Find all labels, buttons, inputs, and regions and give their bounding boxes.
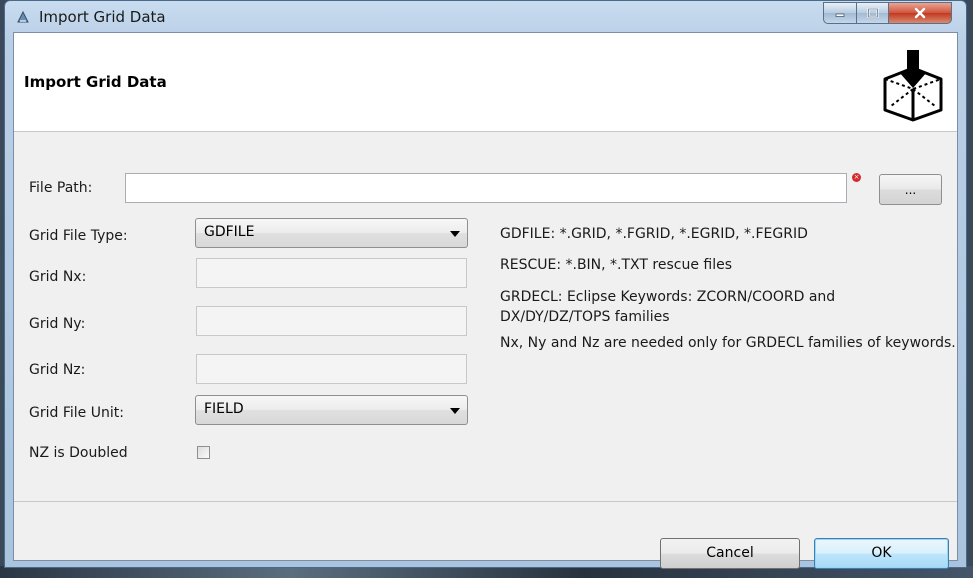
cancel-button[interactable]: Cancel: [660, 538, 800, 569]
info-nxnynz-note: Nx, Ny and Nz are needed only for GRDECL…: [500, 335, 956, 351]
info-gdfile: GDFILE: *.GRID, *.FGRID, *.EGRID, *.FEGR…: [500, 226, 808, 242]
app-icon: [17, 10, 29, 23]
info-grdecl: GRDECL: Eclipse Keywords: ZCORN/COORD an…: [500, 289, 836, 325]
nz-doubled-label: NZ is Doubled: [29, 445, 128, 461]
grid-file-type-label: Grid File Type:: [29, 228, 128, 244]
grid-nx-label: Grid Nx:: [29, 269, 87, 285]
import-grid-icon: [883, 50, 943, 122]
minimize-icon: [835, 13, 845, 17]
window-title: Import Grid Data: [39, 8, 166, 26]
grid-file-type-value: GDFILE: [204, 224, 255, 240]
grid-nx-input[interactable]: [196, 258, 467, 288]
grid-file-unit-select[interactable]: FIELD: [195, 395, 468, 425]
ok-button[interactable]: OK: [814, 538, 949, 569]
chevron-down-icon: [450, 408, 460, 414]
dialog-window: Import Grid Data Import Grid Data File P…: [4, 0, 967, 569]
file-path-input[interactable]: [125, 173, 847, 203]
browse-button[interactable]: ...: [879, 174, 942, 205]
grid-nz-input[interactable]: [196, 354, 467, 384]
dialog-header: Import Grid Data: [14, 33, 957, 132]
grid-file-unit-label: Grid File Unit:: [29, 405, 124, 421]
footer-divider: [14, 501, 957, 502]
grid-ny-input[interactable]: [196, 306, 467, 336]
nz-doubled-checkbox[interactable]: [197, 446, 210, 459]
file-path-label: File Path:: [29, 180, 93, 196]
maximize-icon: [867, 8, 878, 18]
minimize-button[interactable]: [823, 2, 857, 24]
dialog-content: Import Grid Data File Path: × ... Grid F…: [13, 32, 958, 569]
grid-ny-label: Grid Ny:: [29, 316, 86, 332]
close-button[interactable]: [888, 2, 952, 24]
title-bar[interactable]: Import Grid Data: [5, 1, 966, 33]
chevron-down-icon: [450, 231, 460, 237]
grid-file-type-select[interactable]: GDFILE: [195, 218, 468, 248]
maximize-button[interactable]: [856, 2, 889, 24]
grid-nz-label: Grid Nz:: [29, 362, 86, 378]
info-rescue: RESCUE: *.BIN, *.TXT rescue files: [500, 257, 733, 273]
error-icon: ×: [852, 173, 861, 182]
close-icon: [914, 7, 926, 19]
grid-file-unit-value: FIELD: [204, 401, 244, 417]
header-title: Import Grid Data: [24, 73, 167, 91]
